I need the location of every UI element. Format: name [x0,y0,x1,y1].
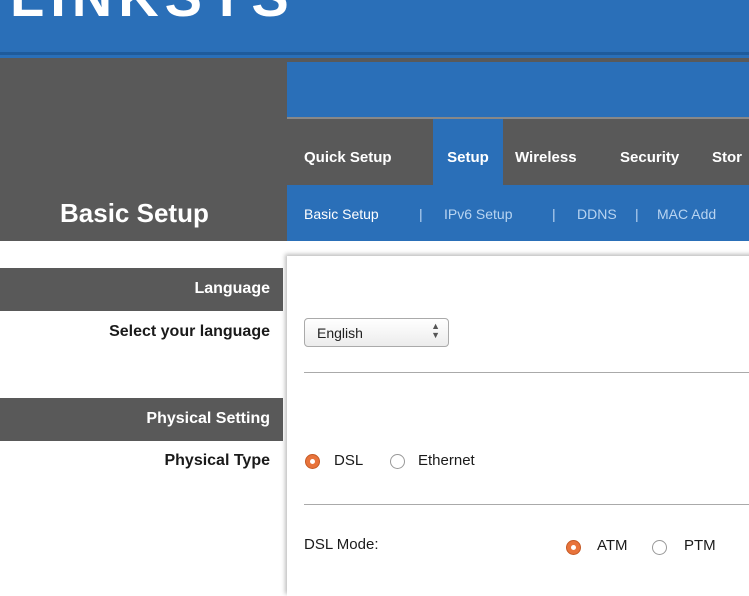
divider [304,504,749,505]
label-column: Language Select your language Physical S… [0,241,287,587]
content-panel: English ▲ ▼ DSL Ethernet DSL Mode: ATM PT… [287,256,749,596]
tab-quick-setup[interactable]: Quick Setup [304,119,392,185]
subtab-mac-address[interactable]: MAC Add [657,206,716,222]
tab-setup[interactable]: Setup [433,119,503,185]
brand-bar: LINKSYS [0,0,749,58]
ptm-radio[interactable] [652,540,667,555]
tab-wireless[interactable]: Wireless [515,119,577,185]
language-select[interactable]: English ▲ ▼ [304,318,449,347]
subtab-separator: | [635,206,639,222]
dsl-radio[interactable] [305,454,320,469]
select-arrows-icon: ▲ ▼ [431,321,440,340]
dsl-mode-label: DSL Mode: [304,536,379,553]
header-accent-strip [287,62,749,117]
language-label: Select your language [109,323,270,340]
ethernet-radio-label: Ethernet [418,452,475,469]
language-select-value: English [317,325,363,341]
page-title: Basic Setup [60,198,209,228]
subtab-ddns[interactable]: DDNS [577,206,617,222]
section-header-physical: Physical Setting [0,398,283,441]
atm-radio-label: ATM [597,537,628,554]
tab-security[interactable]: Security [620,119,679,185]
section-title: Language [194,280,270,297]
dsl-radio-label: DSL [334,452,364,469]
ptm-radio-label: PTM [684,537,716,554]
physical-type-label: Physical Type [164,452,270,469]
atm-radio[interactable] [566,540,581,555]
subtab-ipv6-setup[interactable]: IPv6 Setup [444,206,513,222]
subtab-basic-setup[interactable]: Basic Setup [304,206,379,222]
divider [304,372,749,373]
main-tabs: Quick Setup Setup Wireless Security Stor [287,117,749,185]
tab-storage[interactable]: Stor [712,119,742,185]
section-header-language: Language [0,268,283,311]
subtab-separator: | [552,206,556,222]
section-title: Physical Setting [146,410,270,427]
sub-tabs: Basic Setup | IPv6 Setup | DDNS | MAC Ad… [287,185,749,241]
ethernet-radio[interactable] [390,454,405,469]
brand-logo: LINKSYS [10,0,295,25]
subtab-separator: | [419,206,423,222]
brand-bar-edge [0,52,749,55]
